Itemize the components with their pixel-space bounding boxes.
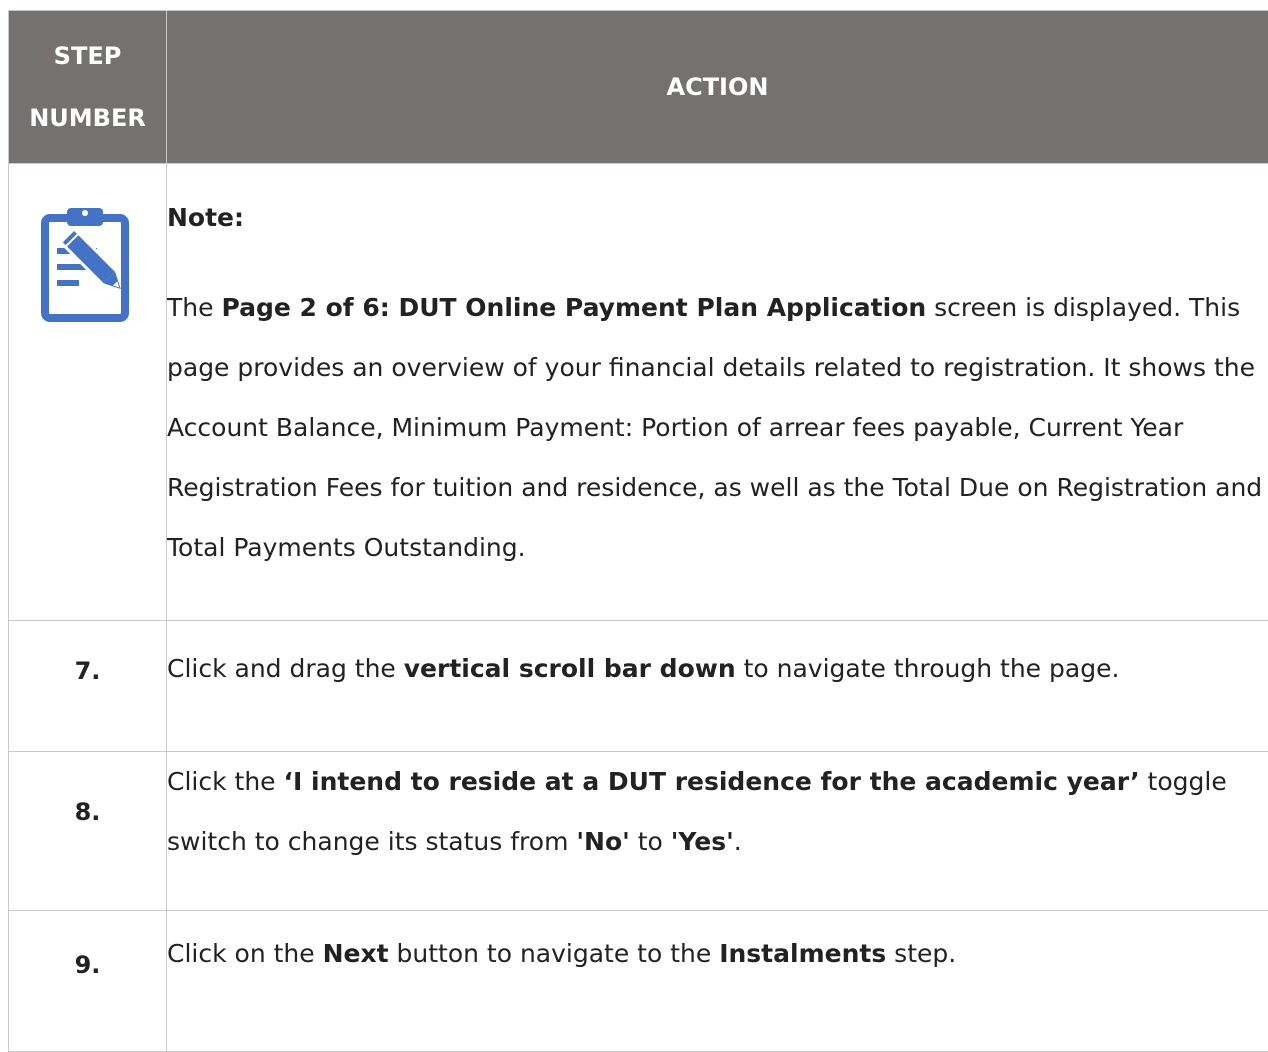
step-text-part: ‘I intend to reside at a DUT residence f… (284, 767, 1140, 796)
note-content: Note: The Page 2 of 6: DUT Online Paymen… (167, 164, 1268, 621)
note-body-screen-name: Page 2 of 6: DUT Online Payment Plan App… (221, 293, 926, 322)
step-text-part: to navigate through the page. (736, 654, 1120, 683)
step-row: 8. Click the ‘I intend to reside at a DU… (9, 752, 1268, 911)
note-body-suffix: screen is displayed. This page provides … (167, 293, 1262, 562)
step-header-line2: NUMBER (29, 104, 146, 132)
step-row: 7. Click and drag the vertical scroll ba… (9, 621, 1268, 752)
note-row: Note: The Page 2 of 6: DUT Online Paymen… (9, 164, 1268, 621)
action-header: ACTION (167, 11, 1268, 164)
step-text-part: to (630, 827, 671, 856)
step-header-line1: STEP (54, 42, 122, 70)
step-text-part: Click on the (167, 939, 323, 968)
step-action: Click on the Next button to navigate to … (167, 911, 1268, 1052)
step-number-header: STEP NUMBER (9, 11, 167, 164)
table-header: STEP NUMBER ACTION (9, 11, 1268, 164)
step-action: Click and drag the vertical scroll bar d… (167, 621, 1268, 752)
step-text-part: 'Yes' (671, 827, 734, 856)
step-text-part: Click and drag the (167, 654, 404, 683)
note-icon-cell (9, 164, 167, 621)
step-text-part: step. (886, 939, 956, 968)
step-number: 8. (9, 752, 167, 911)
steps-table: STEP NUMBER ACTION (8, 10, 1268, 1052)
step-text-part: vertical scroll bar down (404, 654, 736, 683)
clipboard-edit-icon (39, 204, 149, 324)
step-text-part: 'No' (576, 827, 629, 856)
step-text-part: button to navigate to the (389, 939, 720, 968)
step-text-part: . (734, 827, 742, 856)
note-body: The Page 2 of 6: DUT Online Payment Plan… (167, 278, 1268, 578)
step-text-part: Instalments (719, 939, 886, 968)
step-row: 9. Click on the Next button to navigate … (9, 911, 1268, 1052)
step-number: 7. (9, 621, 167, 752)
step-action: Click the ‘I intend to reside at a DUT r… (167, 752, 1268, 911)
step-text-part: Next (323, 939, 389, 968)
step-number: 9. (9, 911, 167, 1052)
step-text-part: Click the (167, 767, 284, 796)
note-body-prefix: The (167, 293, 221, 322)
note-title: Note: (167, 188, 1268, 248)
